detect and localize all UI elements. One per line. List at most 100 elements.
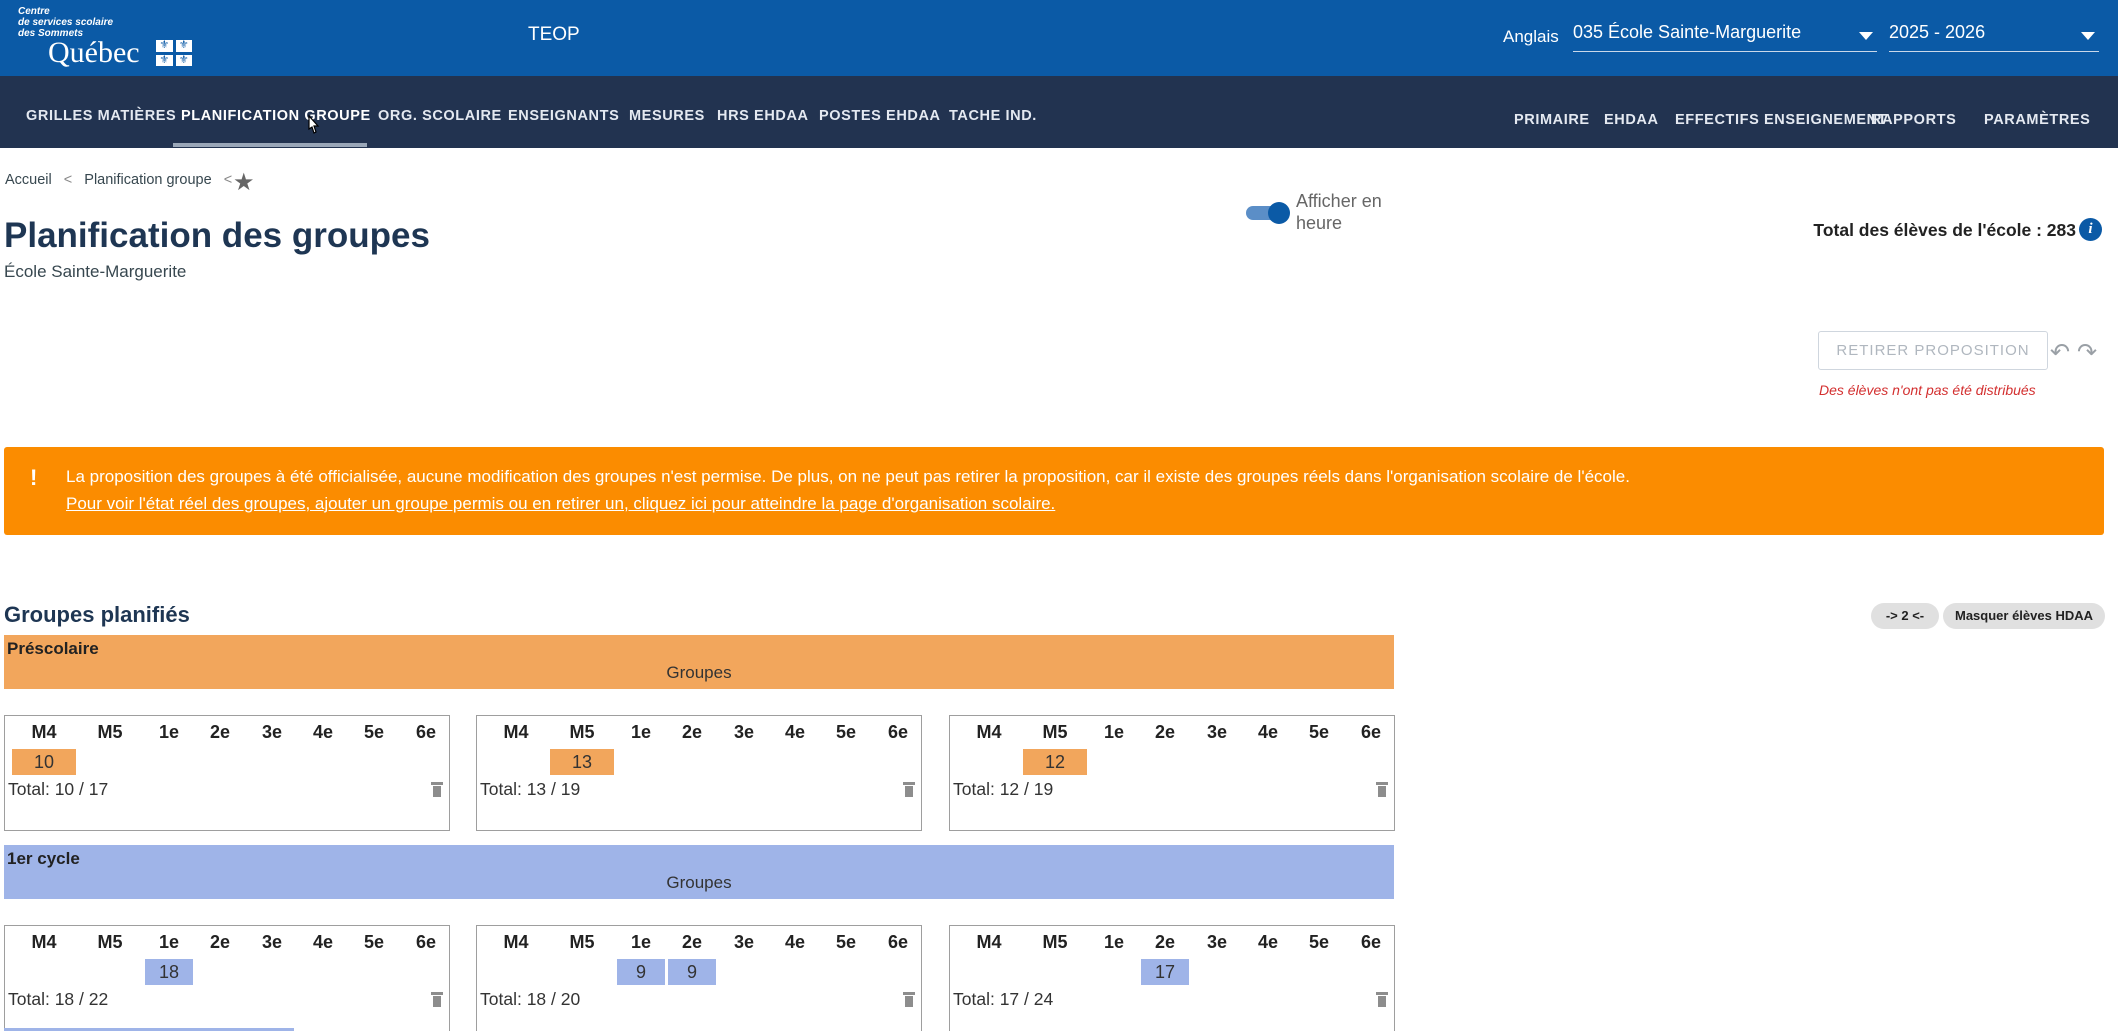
nav-effectifs-enseignement[interactable]: EFFECTIFS ENSEIGNEMENT xyxy=(1675,112,1887,128)
level-label: 6e xyxy=(415,722,437,742)
level-label: 4e xyxy=(1257,722,1279,742)
group-card[interactable]: M4 M5 1e 2e 3e 4e 5e 6e 13 Total: 13 / 19 xyxy=(476,715,922,831)
nav-mesures[interactable]: MESURES xyxy=(629,108,705,124)
nav-planification-groupe[interactable]: PLANIFICATION GROUPE xyxy=(181,108,371,124)
nav-parametres[interactable]: PARAMÈTRES xyxy=(1984,112,2090,128)
level-label: M5 xyxy=(97,722,123,742)
school-select-value: 035 École Sainte-Marguerite xyxy=(1573,22,1802,42)
trash-icon[interactable] xyxy=(431,992,443,1007)
level-label: 3e xyxy=(1206,722,1228,742)
nav-ehdaa[interactable]: EHDAA xyxy=(1604,112,1659,128)
level-label: 4e xyxy=(312,932,334,952)
student-count-cell[interactable]: 9 xyxy=(617,959,665,985)
student-count-cell[interactable]: 10 xyxy=(12,749,76,775)
org-scolaire-link[interactable]: Pour voir l'état réel des groupes, ajout… xyxy=(66,494,1055,514)
nav-rapports[interactable]: RAPPORTS xyxy=(1871,112,1956,128)
group-total: Total: 17 / 24 xyxy=(953,989,1054,1009)
top-header: Centre de services scolaire des Sommets … xyxy=(0,0,2118,76)
level-label: M4 xyxy=(31,932,57,952)
trash-icon[interactable] xyxy=(1376,992,1388,1007)
cycle-header-prescolaire: Préscolaire Groupes xyxy=(4,635,1394,689)
student-count-cell[interactable]: 18 xyxy=(145,959,193,985)
zoom-chip[interactable]: -> 2 <- xyxy=(1871,603,1939,629)
level-label: M5 xyxy=(569,722,595,742)
level-label: M5 xyxy=(97,932,123,952)
level-label: 3e xyxy=(261,932,283,952)
year-select[interactable]: 2025 - 2026 xyxy=(1889,22,2099,52)
nav-hrs-ehdaa[interactable]: HRS EHDAA xyxy=(717,108,809,124)
level-label: 4e xyxy=(1257,932,1279,952)
level-label: 3e xyxy=(261,722,283,742)
school-total-students: Total des élèves de l'école : 283 xyxy=(1813,220,2076,240)
student-count-cell[interactable]: 17 xyxy=(1141,959,1189,985)
trash-icon[interactable] xyxy=(1376,782,1388,797)
nav-enseignants[interactable]: ENSEIGNANTS xyxy=(508,108,619,124)
student-count-cell[interactable]: 9 xyxy=(668,959,716,985)
level-label: M4 xyxy=(976,722,1002,742)
breadcrumb: Accueil < Planification groupe < xyxy=(5,172,240,188)
level-label: 5e xyxy=(363,722,385,742)
breadcrumb-home[interactable]: Accueil xyxy=(5,172,52,188)
language-label: Anglais xyxy=(1503,27,1559,46)
redo-icon[interactable]: ↷ xyxy=(2077,338,2097,367)
student-count-cell[interactable]: 12 xyxy=(1023,749,1087,775)
level-label: 3e xyxy=(1206,932,1228,952)
level-label: 3e xyxy=(733,932,755,952)
level-label: 5e xyxy=(363,932,385,952)
group-card[interactable]: M4 M5 1e 2e 3e 4e 5e 6e 18 Total: 18 / 22 xyxy=(4,925,450,1031)
nav-tache-ind[interactable]: TACHE IND. xyxy=(949,108,1037,124)
undo-icon[interactable]: ↶ xyxy=(2050,338,2070,367)
cycle-header-1er-cycle: 1er cycle Groupes xyxy=(4,845,1394,899)
trash-icon[interactable] xyxy=(431,782,443,797)
organization-logo[interactable]: Centre de services scolaire des Sommets … xyxy=(18,6,192,69)
group-total: Total: 13 / 19 xyxy=(480,779,581,799)
cycle-groups-label: Groupes xyxy=(666,663,732,682)
chevron-down-icon xyxy=(1859,32,1873,40)
group-card[interactable]: M4 M5 1e 2e 3e 4e 5e 6e 9 9 Total: 18 / 20 xyxy=(476,925,922,1031)
cycle-name: 1er cycle xyxy=(7,849,80,868)
info-icon[interactable]: i xyxy=(2079,218,2102,241)
level-header: M4 M5 1e 2e 3e 4e 5e 6e xyxy=(477,932,921,954)
level-label: 3e xyxy=(733,722,755,742)
active-tab-indicator xyxy=(173,143,367,147)
toggle-thumb xyxy=(1268,202,1290,224)
level-label: 6e xyxy=(1360,932,1382,952)
exclamation-icon: ! xyxy=(30,465,38,490)
favorite-star-icon[interactable]: ★ xyxy=(233,168,255,197)
level-label: M4 xyxy=(503,932,529,952)
trash-icon[interactable] xyxy=(903,782,915,797)
app-name: TEOP xyxy=(528,24,580,45)
school-select[interactable]: 035 École Sainte-Marguerite xyxy=(1573,22,1877,52)
level-label: 2e xyxy=(681,722,703,742)
group-total: Total: 18 / 20 xyxy=(480,989,581,1009)
group-card[interactable]: M4 M5 1e 2e 3e 4e 5e 6e 17 Total: 17 / 24 xyxy=(949,925,1395,1031)
group-card[interactable]: M4 M5 1e 2e 3e 4e 5e 6e 12 Total: 12 / 19 xyxy=(949,715,1395,831)
breadcrumb-current[interactable]: Planification groupe xyxy=(84,172,211,188)
level-label: 4e xyxy=(312,722,334,742)
level-header: M4 M5 1e 2e 3e 4e 5e 6e xyxy=(5,932,449,954)
level-label: 5e xyxy=(835,722,857,742)
breadcrumb-separator: < xyxy=(223,172,233,188)
nav-postes-ehdaa[interactable]: POSTES EHDAA xyxy=(819,108,941,124)
student-count-cell[interactable]: 13 xyxy=(550,749,614,775)
level-label: 6e xyxy=(887,722,909,742)
level-label: M4 xyxy=(503,722,529,742)
group-card[interactable]: M4 M5 1e 2e 3e 4e 5e 6e 10 Total: 10 / 17 xyxy=(4,715,450,831)
page-subtitle: École Sainte-Marguerite xyxy=(4,262,187,281)
level-label: M5 xyxy=(569,932,595,952)
nav-org-scolaire[interactable]: ORG. SCOLAIRE xyxy=(378,108,502,124)
section-title: Groupes planifiés xyxy=(4,602,190,627)
level-header: M4 M5 1e 2e 3e 4e 5e 6e xyxy=(950,722,1394,744)
show-hours-toggle[interactable] xyxy=(1246,202,1290,224)
trash-icon[interactable] xyxy=(903,992,915,1007)
nav-grilles-matieres[interactable]: GRILLES MATIÈRES xyxy=(26,108,176,124)
level-label: 1e xyxy=(1103,722,1125,742)
retirer-proposition-button[interactable]: RETIRER PROPOSITION xyxy=(1818,331,2048,370)
hide-hdaa-chip[interactable]: Masquer élèves HDAA xyxy=(1943,603,2105,629)
undistributed-warning: Des élèves n'ont pas été distribués xyxy=(1819,382,2036,398)
toggle-label: Afficher en heure xyxy=(1296,191,1382,233)
logo-line: Centre xyxy=(18,6,50,17)
nav-primaire[interactable]: PRIMAIRE xyxy=(1514,112,1590,128)
level-label: 1e xyxy=(630,722,652,742)
page-title: Planification des groupes xyxy=(4,216,430,255)
